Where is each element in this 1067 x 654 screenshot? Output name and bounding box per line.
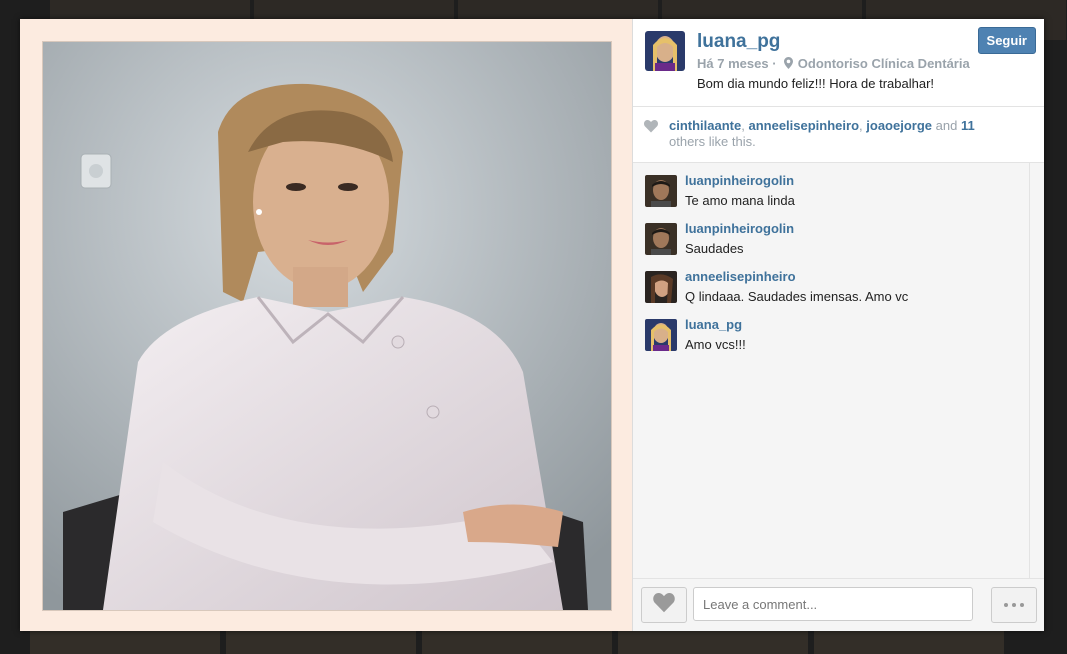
- meta-separator: ·: [772, 56, 777, 71]
- comment-text: Q lindaaa. Saudades imensas. Amo vc: [685, 289, 909, 304]
- comment-text: Amo vcs!!!: [685, 337, 746, 352]
- location-pin-icon: [784, 57, 794, 72]
- comment-item: luanpinheirogolin Te amo mana linda: [633, 173, 1030, 223]
- comment-text: Saudades: [685, 241, 744, 256]
- likes-text: cinthilaante, anneelisepinheiro, joaoejo…: [669, 118, 999, 150]
- likes-and: and: [932, 118, 961, 133]
- photo-frame: [20, 19, 632, 631]
- author-username[interactable]: luana_pg: [697, 31, 780, 53]
- post-photo[interactable]: [42, 41, 612, 611]
- comments-list: luanpinheirogolin Te amo mana linda luan…: [633, 163, 1030, 590]
- liker-link[interactable]: joaoejorge: [866, 118, 932, 133]
- commenter-avatar[interactable]: [645, 175, 677, 207]
- photo-modal: luana_pg Seguir Há 7 meses · Odontoriso …: [20, 19, 1044, 631]
- comment-input[interactable]: [693, 587, 973, 621]
- comment-item: luana_pg Amo vcs!!!: [633, 317, 1030, 367]
- liker-link[interactable]: cinthilaante: [669, 118, 741, 133]
- comment-item: luanpinheirogolin Saudades: [633, 221, 1030, 271]
- comment-text: Te amo mana linda: [685, 193, 795, 208]
- comments-scrollbar[interactable]: [1029, 163, 1044, 578]
- commenter-avatar[interactable]: [645, 319, 677, 351]
- heart-icon: [644, 120, 658, 136]
- like-button[interactable]: [641, 587, 687, 623]
- likes-others-count[interactable]: 11: [961, 118, 975, 133]
- author-avatar[interactable]: [645, 31, 685, 71]
- commenter-avatar[interactable]: [645, 271, 677, 303]
- post-meta: Há 7 meses · Odontoriso Clínica Dentária: [697, 56, 970, 72]
- commenter-avatar[interactable]: [645, 223, 677, 255]
- post-location[interactable]: Odontoriso Clínica Dentária: [798, 56, 970, 71]
- comment-username[interactable]: anneelisepinheiro: [685, 269, 796, 284]
- post-sidebar: luana_pg Seguir Há 7 meses · Odontoriso …: [632, 19, 1044, 631]
- post-header: luana_pg Seguir Há 7 meses · Odontoriso …: [633, 19, 1044, 107]
- comment-username[interactable]: luana_pg: [685, 317, 742, 332]
- liker-link[interactable]: anneelisepinheiro: [748, 118, 859, 133]
- follow-button[interactable]: Seguir: [977, 27, 1036, 54]
- comment-username[interactable]: luanpinheirogolin: [685, 173, 794, 188]
- post-time[interactable]: Há 7 meses: [697, 56, 769, 71]
- likes-section: cinthilaante, anneelisepinheiro, joaoejo…: [633, 107, 1044, 163]
- heart-icon: [653, 592, 675, 618]
- ellipsis-icon: [1004, 603, 1024, 607]
- comment-footer: [633, 578, 1044, 631]
- post-caption: Bom dia mundo feliz!!! Hora de trabalhar…: [697, 76, 935, 91]
- likes-others-text: others like this.: [669, 134, 756, 149]
- comment-item: anneelisepinheiro Q lindaaa. Saudades im…: [633, 269, 1030, 319]
- comment-username[interactable]: luanpinheirogolin: [685, 221, 794, 236]
- more-options-button[interactable]: [991, 587, 1037, 623]
